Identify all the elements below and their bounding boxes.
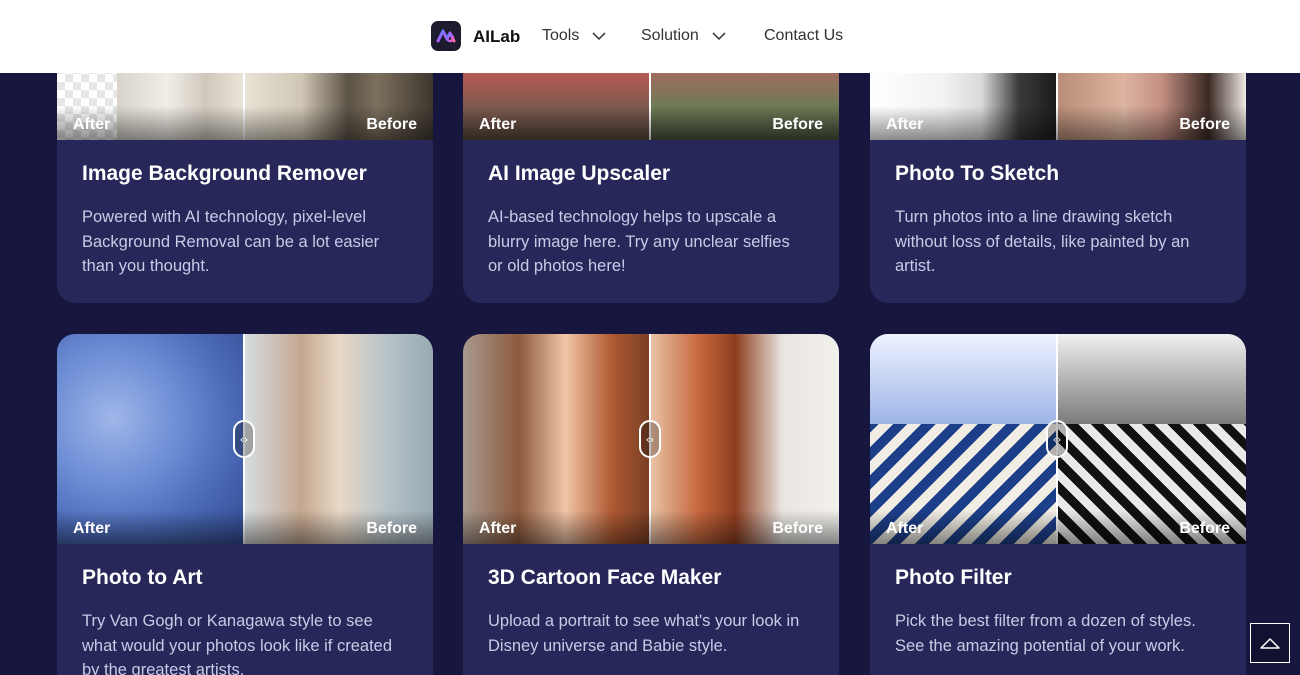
chevron-down-icon: [712, 32, 726, 41]
before-label: Before: [772, 520, 823, 537]
before-label: Before: [1179, 520, 1230, 537]
compare-image[interactable]: ‹› After Before: [57, 334, 433, 544]
nav-contact-label: Contact Us: [764, 27, 844, 44]
tool-card-photo-to-art[interactable]: ‹› After Before Photo to Art Try Van Gog…: [57, 334, 433, 675]
tool-card-3d-cartoon-face[interactable]: ‹› After Before 3D Cartoon Face Maker Up…: [463, 334, 839, 675]
compare-handle-icon[interactable]: ‹›: [1046, 420, 1068, 458]
after-label: After: [886, 116, 924, 133]
before-label: Before: [1179, 116, 1230, 133]
arrow-up-icon: [1260, 638, 1280, 649]
after-label: After: [73, 116, 111, 133]
after-label: After: [479, 116, 517, 133]
card-title: 3D Cartoon Face Maker: [488, 566, 722, 589]
after-label: After: [886, 520, 924, 537]
chevron-down-icon: [592, 32, 606, 41]
card-title: AI Image Upscaler: [488, 162, 671, 185]
nav-tools-menu[interactable]: Tools: [542, 27, 607, 45]
card-description: AI-based technology helps to upscale a b…: [488, 208, 790, 275]
card-title: Photo To Sketch: [895, 162, 1060, 185]
compare-image[interactable]: ‹› After Before: [463, 334, 839, 544]
compare-image[interactable]: ‹› After Before: [870, 334, 1246, 544]
before-label: Before: [772, 116, 823, 133]
card-title: Photo to Art: [82, 566, 203, 589]
card-description: Try Van Gogh or Kanagawa style to see wh…: [82, 612, 393, 675]
nav-contact-link[interactable]: Contact Us: [764, 27, 843, 45]
before-label: Before: [366, 520, 417, 537]
after-label: After: [479, 520, 517, 537]
nav-solution-label: Solution: [641, 27, 699, 44]
card-description: Powered with AI technology, pixel-level …: [82, 208, 380, 275]
card-description: Upload a portrait to see what's your loo…: [488, 612, 800, 655]
top-nav: AILab Tools Solution Contact Us: [0, 0, 1300, 73]
card-title: Image Background Remover: [82, 162, 367, 185]
compare-handle-icon[interactable]: ‹›: [639, 420, 661, 458]
after-label: After: [73, 520, 111, 537]
card-description: Pick the best filter from a dozen of sty…: [895, 612, 1196, 655]
nav-tools-label: Tools: [542, 27, 580, 44]
card-title: Photo Filter: [895, 566, 1012, 589]
card-description: Turn photos into a line drawing sketch w…: [895, 208, 1190, 275]
ailab-logo-icon[interactable]: [431, 21, 461, 51]
nav-solution-menu[interactable]: Solution: [641, 27, 727, 45]
tool-card-photo-filter[interactable]: ‹› After Before Photo Filter Pick the be…: [870, 334, 1246, 675]
brand-name[interactable]: AILab: [473, 27, 520, 47]
before-label: Before: [366, 116, 417, 133]
back-to-top-button[interactable]: [1250, 623, 1290, 663]
compare-handle-icon[interactable]: ‹›: [233, 420, 255, 458]
